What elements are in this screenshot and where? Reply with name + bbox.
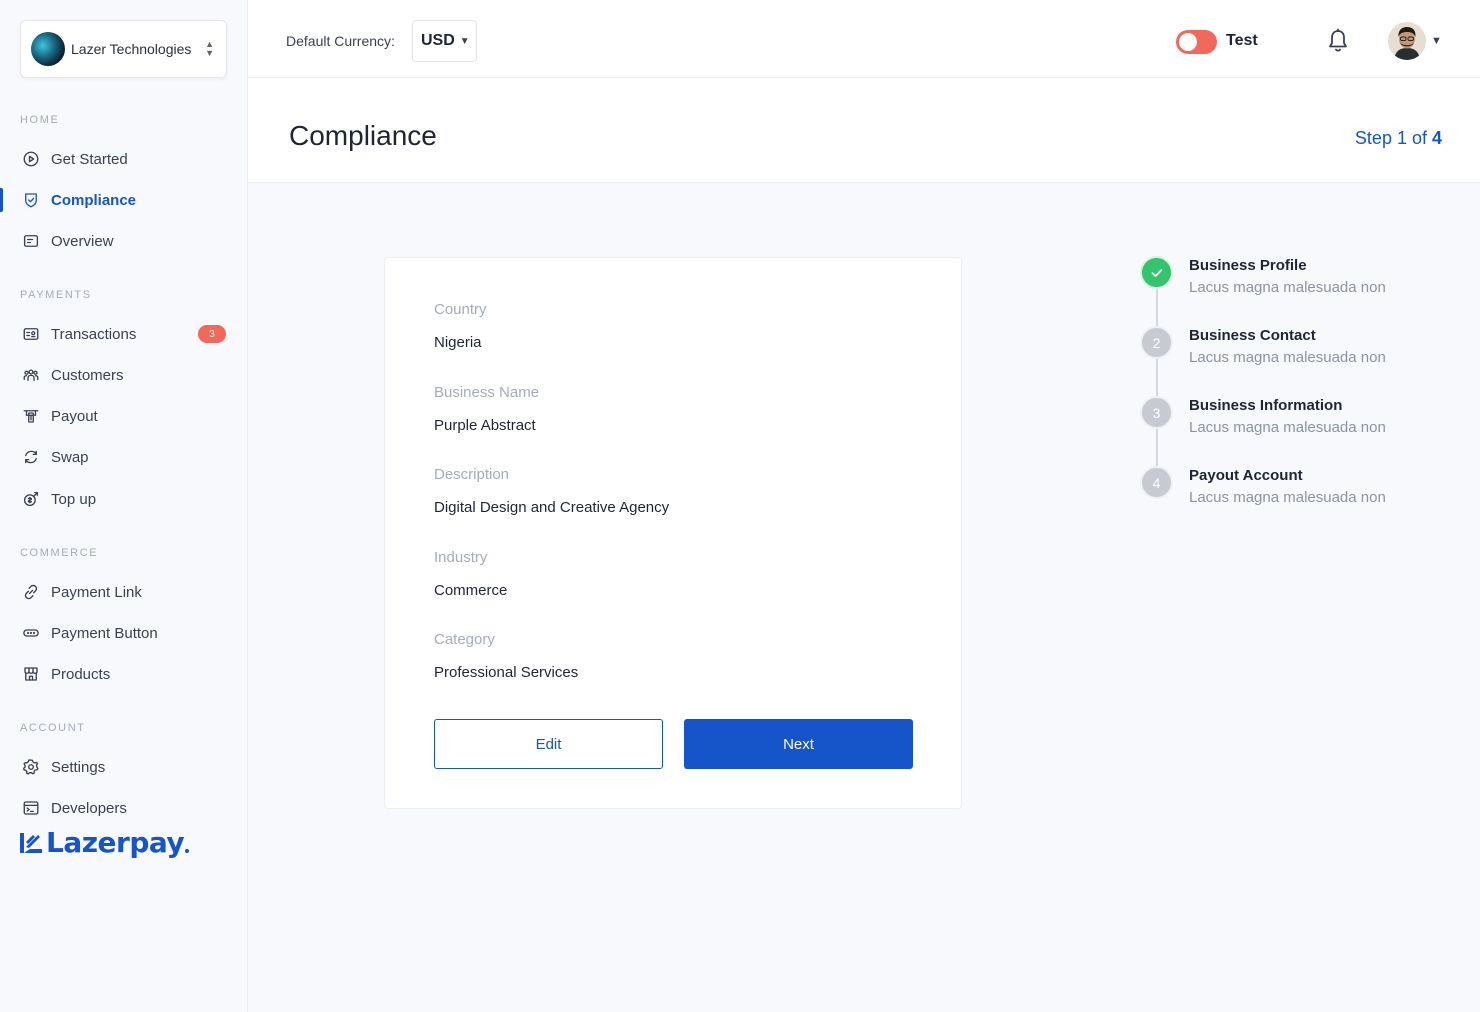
category-label: Category [434,631,495,648]
step-3-title[interactable]: Business Information [1189,397,1342,414]
nav-section-account: ACCOUNT [20,722,86,734]
step-indicator: Step 1 of 4 [1355,128,1442,149]
sidebar-item-transactions[interactable]: Transactions 3 [0,316,247,352]
sidebar-item-label: Compliance [51,191,137,209]
sidebar-item-payment-button[interactable]: Payment Button [0,615,247,651]
brand-logo: Lazerpay [20,826,190,859]
terminal-icon [22,799,40,817]
step-3-number: 3 [1140,396,1173,429]
step-4-title[interactable]: Payout Account [1189,467,1303,484]
sidebar-item-label: Payment Button [51,624,158,642]
link-icon [22,583,40,601]
sidebar-item-label: Payout [51,407,98,425]
edit-button[interactable]: Edit [434,719,663,769]
transactions-icon [22,325,40,343]
sidebar-item-top-up[interactable]: Top up [0,481,247,517]
sidebar-item-overview[interactable]: Overview [0,223,247,259]
currency-label: Default Currency: [286,33,395,49]
lazerpay-logo-icon [20,832,42,853]
sidebar-item-settings[interactable]: Settings [0,749,247,785]
sidebar-item-developers[interactable]: Developers [0,790,247,826]
currency-select[interactable]: USD ▼ [412,20,477,62]
swap-icon [22,448,40,466]
industry-value: Commerce [434,582,508,599]
sidebar-item-label: Overview [51,232,114,250]
next-button[interactable]: Next [684,719,913,769]
business-name-label: Business Name [434,384,540,401]
test-mode-toggle[interactable] [1176,30,1217,54]
page-title: Compliance [289,120,437,151]
overview-icon [22,232,40,250]
top-bar: Default Currency: USD ▼ Test ▼ [248,0,1480,78]
payout-icon [22,407,40,425]
sidebar-item-label: Payment Link [51,583,142,601]
nav-section-commerce: COMMERCE [20,547,99,559]
top-up-coin-icon [22,490,40,508]
org-name: Lazer Technologies [71,41,192,57]
bell-icon[interactable] [1326,28,1350,54]
currency-value: USD [421,32,455,49]
toggle-knob [1179,33,1197,51]
chevron-down-icon: ▼ [459,35,470,47]
sidebar-item-label: Get Started [51,150,128,168]
sidebar-item-label: Developers [51,799,127,817]
shield-check-icon [22,191,40,209]
sidebar-item-get-started[interactable]: Get Started [0,141,247,177]
step-1-subtitle: Lacus magna malesuada non [1189,279,1386,296]
industry-label: Industry [434,549,488,566]
sidebar-item-payout[interactable]: Payout [0,398,247,434]
button-icon [22,624,40,642]
user-menu-chevron-icon[interactable]: ▼ [1431,35,1442,47]
sidebar-item-swap[interactable]: Swap [0,439,247,475]
step-2-number: 2 [1140,326,1173,359]
sidebar-item-compliance[interactable]: Compliance [0,182,247,218]
sidebar-item-customers[interactable]: Customers [0,357,247,393]
step-2-subtitle: Lacus magna malesuada non [1189,349,1386,366]
sidebar-item-label: Customers [51,366,124,384]
transactions-count-badge: 3 [198,325,226,343]
description-value: Digital Design and Creative Agency [434,499,670,516]
sidebar-item-label: Transactions [51,325,137,343]
stepper-line [1156,288,1158,482]
business-profile-card: Country Nigeria Business Name Purple Abs… [384,257,962,809]
sidebar-item-products[interactable]: Products [0,656,247,692]
org-switcher[interactable]: Lazer Technologies ▲ ▼ [20,20,227,78]
sidebar-item-label: Top up [51,490,97,508]
sidebar-item-payment-link[interactable]: Payment Link [0,574,247,610]
business-name-value: Purple Abstract [434,417,536,434]
sort-caret-icon: ▲ ▼ [205,39,214,58]
step-indicator-total: 4 [1431,128,1442,148]
sidebar: Lazer Technologies ▲ ▼ HOME Get Started C… [0,0,248,1012]
nav-section-home: HOME [20,114,60,126]
step-3-subtitle: Lacus magna malesuada non [1189,419,1386,436]
store-icon [22,665,40,683]
country-label: Country [434,301,487,318]
step-1-check-icon [1140,256,1173,289]
user-photo [1388,22,1426,60]
step-4-number: 4 [1140,466,1173,499]
page-header: Compliance Step 1 of 4 [248,78,1480,183]
step-4-subtitle: Lacus magna malesuada non [1189,489,1386,506]
category-value: Professional Services [434,664,579,681]
brand-name: Lazerpay [46,826,185,859]
sidebar-item-label: Swap [51,448,89,466]
step-2-title[interactable]: Business Contact [1189,327,1316,344]
country-value: Nigeria [434,334,482,351]
users-icon [22,366,40,384]
sidebar-item-label: Settings [51,758,106,776]
nav-section-payments: PAYMENTS [20,289,92,301]
description-label: Description [434,466,510,483]
sidebar-item-label: Products [51,665,111,683]
play-circle-icon [22,150,40,168]
step-1-title[interactable]: Business Profile [1189,257,1307,274]
user-avatar[interactable] [1388,22,1426,60]
step-indicator-prefix: Step 1 of [1354,128,1432,148]
gear-icon [22,758,40,776]
test-mode-label: Test [1226,32,1258,49]
org-avatar [31,32,65,66]
brand-dot [185,849,190,853]
